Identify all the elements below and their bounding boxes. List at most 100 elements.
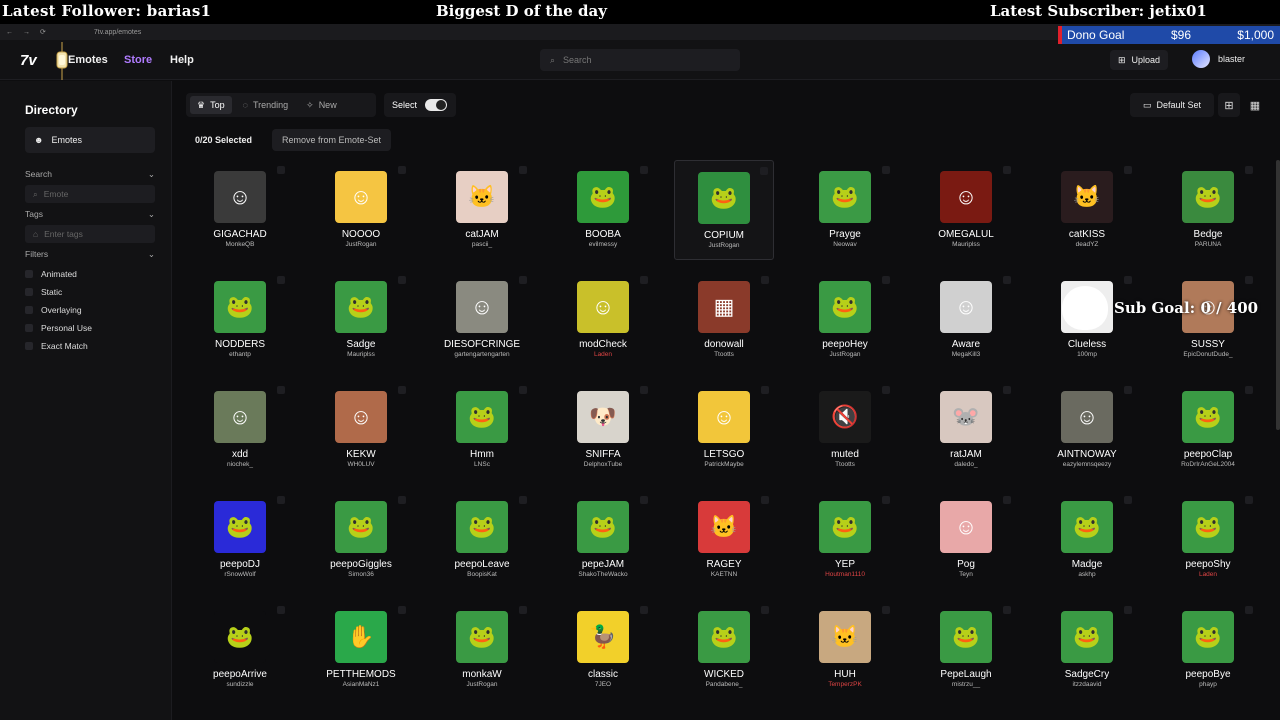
emote-card[interactable]: 🐸 peepoLeave BoopisKat [432, 490, 532, 590]
emote-select-checkbox[interactable] [1124, 606, 1132, 614]
remove-from-set-button[interactable]: Remove from Emote-Set [272, 129, 392, 151]
emote-select-checkbox[interactable] [882, 386, 890, 394]
emote-card[interactable]: 🐸 peepoGiggles Simon36 [311, 490, 411, 590]
emote-card[interactable]: ☺ Aware MegaKill3 [916, 270, 1016, 370]
default-set-button[interactable]: ▭ Default Set [1130, 93, 1214, 117]
filter-checkbox[interactable] [25, 270, 33, 278]
user-menu[interactable]: blaster [1192, 50, 1245, 68]
emote-card[interactable]: ☺ NOOOO JustRogan [311, 160, 411, 260]
emote-card[interactable]: 🐸 BOOBA evilmessy [553, 160, 653, 260]
emote-select-checkbox[interactable] [1003, 386, 1011, 394]
filter-checkbox[interactable] [25, 324, 33, 332]
emote-select-checkbox[interactable] [1003, 606, 1011, 614]
filter-exact-match[interactable]: Exact Match [25, 337, 153, 355]
emote-card[interactable]: 🐱 RAGEY KAETNN [674, 490, 774, 590]
emote-card[interactable]: 🐸 peepoBye phayp [1158, 600, 1258, 700]
filter-checkbox[interactable] [25, 306, 33, 314]
compact-grid-icon[interactable]: ▦ [1244, 93, 1266, 117]
tab-new[interactable]: ✧ New [299, 96, 344, 114]
emote-select-checkbox[interactable] [1124, 496, 1132, 504]
emote-card[interactable]: ▦ donowall Ttootts [674, 270, 774, 370]
emote-card[interactable]: 🐸 peepoHey JustRogan [795, 270, 895, 370]
emote-select-checkbox[interactable] [1245, 496, 1253, 504]
emote-card[interactable]: 🐸 peepoShy Laden [1158, 490, 1258, 590]
7tv-logo[interactable]: 7v [20, 52, 37, 69]
filter-overlaying[interactable]: Overlaying [25, 301, 153, 319]
tags-section-header[interactable]: Tags ⌄ [25, 209, 155, 220]
emotes-directory-button[interactable]: ☻ Emotes [25, 127, 155, 153]
emote-select-checkbox[interactable] [398, 276, 406, 284]
nav-store[interactable]: Store [124, 54, 152, 66]
emote-select-checkbox[interactable] [1245, 276, 1253, 284]
emote-card[interactable]: 🐱 catJAM pascii_ [432, 160, 532, 260]
emote-card[interactable]: 🐸 Madge askhp [1037, 490, 1137, 590]
emote-select-checkbox[interactable] [1245, 386, 1253, 394]
emote-select-checkbox[interactable] [277, 276, 285, 284]
emote-card[interactable]: 🐸 SadgeCry itzzdaavid [1037, 600, 1137, 700]
emote-card[interactable]: ☺ Pog Teyn [916, 490, 1016, 590]
emote-card[interactable]: 🐸 COPIUM JustRogan [674, 160, 774, 260]
select-toggle[interactable]: Select [384, 93, 456, 117]
nav-emotes[interactable]: Emotes [68, 54, 108, 66]
emote-select-checkbox[interactable] [277, 606, 285, 614]
emote-card[interactable]: ☺ xdd niochek_ [190, 380, 290, 480]
emote-card[interactable]: ☺ DIESOFCRINGE gartengartengarten [432, 270, 532, 370]
emote-card[interactable]: 🐸 monkaW JustRogan [432, 600, 532, 700]
emote-select-checkbox[interactable] [277, 496, 285, 504]
emote-select-checkbox[interactable] [519, 166, 527, 174]
scrollbar[interactable] [1276, 160, 1280, 430]
reload-icon[interactable]: ⟳ [40, 28, 46, 36]
tab-top[interactable]: ♛ Top [190, 96, 232, 114]
emote-card[interactable]: 🐸 NODDERS ethantp [190, 270, 290, 370]
filter-static[interactable]: Static [25, 283, 153, 301]
emote-card[interactable]: 🐱 HUH TemperzPK [795, 600, 895, 700]
emote-select-checkbox[interactable] [640, 386, 648, 394]
emote-card[interactable]: ☺ OMEGALUL Mauriplss [916, 160, 1016, 260]
emote-select-checkbox[interactable] [1124, 166, 1132, 174]
back-icon[interactable]: ← [6, 29, 13, 36]
emote-select-checkbox[interactable] [398, 386, 406, 394]
emote-select-checkbox[interactable] [398, 606, 406, 614]
emote-card[interactable]: 🐸 pepeJAM ShakoTheWacko [553, 490, 653, 590]
emote-select-checkbox[interactable] [277, 166, 285, 174]
filter-personal-use[interactable]: Personal Use [25, 319, 153, 337]
emote-card[interactable]: ✋ PETTHEMODS AsianMaNz1 [311, 600, 411, 700]
emote-select-checkbox[interactable] [882, 606, 890, 614]
emote-card[interactable]: 🐸 peepoArrive sundizzle [190, 600, 290, 700]
emote-card[interactable]: ☺ LETSGO PatrickMaybe [674, 380, 774, 480]
emote-select-checkbox[interactable] [640, 606, 648, 614]
emote-card[interactable]: 🐸 peepoDJ rSnowWolf [190, 490, 290, 590]
emote-select-checkbox[interactable] [1003, 276, 1011, 284]
emote-search-input[interactable]: ⌕ Emote [25, 185, 155, 203]
emote-select-checkbox[interactable] [519, 276, 527, 284]
emote-select-checkbox[interactable] [1003, 496, 1011, 504]
emote-select-checkbox[interactable] [640, 166, 648, 174]
url-bar[interactable]: 7tv.app/emotes [94, 29, 141, 36]
emote-select-checkbox[interactable] [761, 496, 769, 504]
upload-button[interactable]: ⊞ Upload [1110, 50, 1169, 70]
emote-select-checkbox[interactable] [882, 166, 890, 174]
emote-select-checkbox[interactable] [1245, 166, 1253, 174]
emote-select-checkbox[interactable] [761, 606, 769, 614]
emote-select-checkbox[interactable] [640, 496, 648, 504]
emote-select-checkbox[interactable] [761, 276, 769, 284]
nav-help[interactable]: Help [170, 54, 194, 66]
emote-select-checkbox[interactable] [882, 496, 890, 504]
emote-card[interactable]: ☺ AINTNOWAY eazylemnsqeezy [1037, 380, 1137, 480]
toggle-switch[interactable] [425, 99, 448, 111]
emote-card[interactable]: 🐸 PepeLaugh mistrzu__ [916, 600, 1016, 700]
emote-select-checkbox[interactable] [519, 386, 527, 394]
emote-select-checkbox[interactable] [1003, 166, 1011, 174]
global-search-input[interactable]: ⌕ Search [540, 49, 740, 71]
emote-card[interactable]: ☺ GIGACHAD MonkeQB [190, 160, 290, 260]
search-section-header[interactable]: Search ⌄ [25, 169, 155, 180]
emote-card[interactable]: 🔇 muted Ttootts [795, 380, 895, 480]
emote-select-checkbox[interactable] [640, 276, 648, 284]
emote-select-checkbox[interactable] [519, 606, 527, 614]
emote-select-checkbox[interactable] [1245, 606, 1253, 614]
emote-card[interactable]: 🐶 SNIFFA DelphoxTube [553, 380, 653, 480]
emote-card[interactable]: 🐸 peepoClap RoDrIrAnGeL2004 [1158, 380, 1258, 480]
emote-card[interactable]: 🐸 Bedge PARUNA [1158, 160, 1258, 260]
emote-card[interactable]: 🐸 Sadge Mauriplss [311, 270, 411, 370]
grid-view-icon[interactable]: ⊞ [1218, 93, 1240, 117]
